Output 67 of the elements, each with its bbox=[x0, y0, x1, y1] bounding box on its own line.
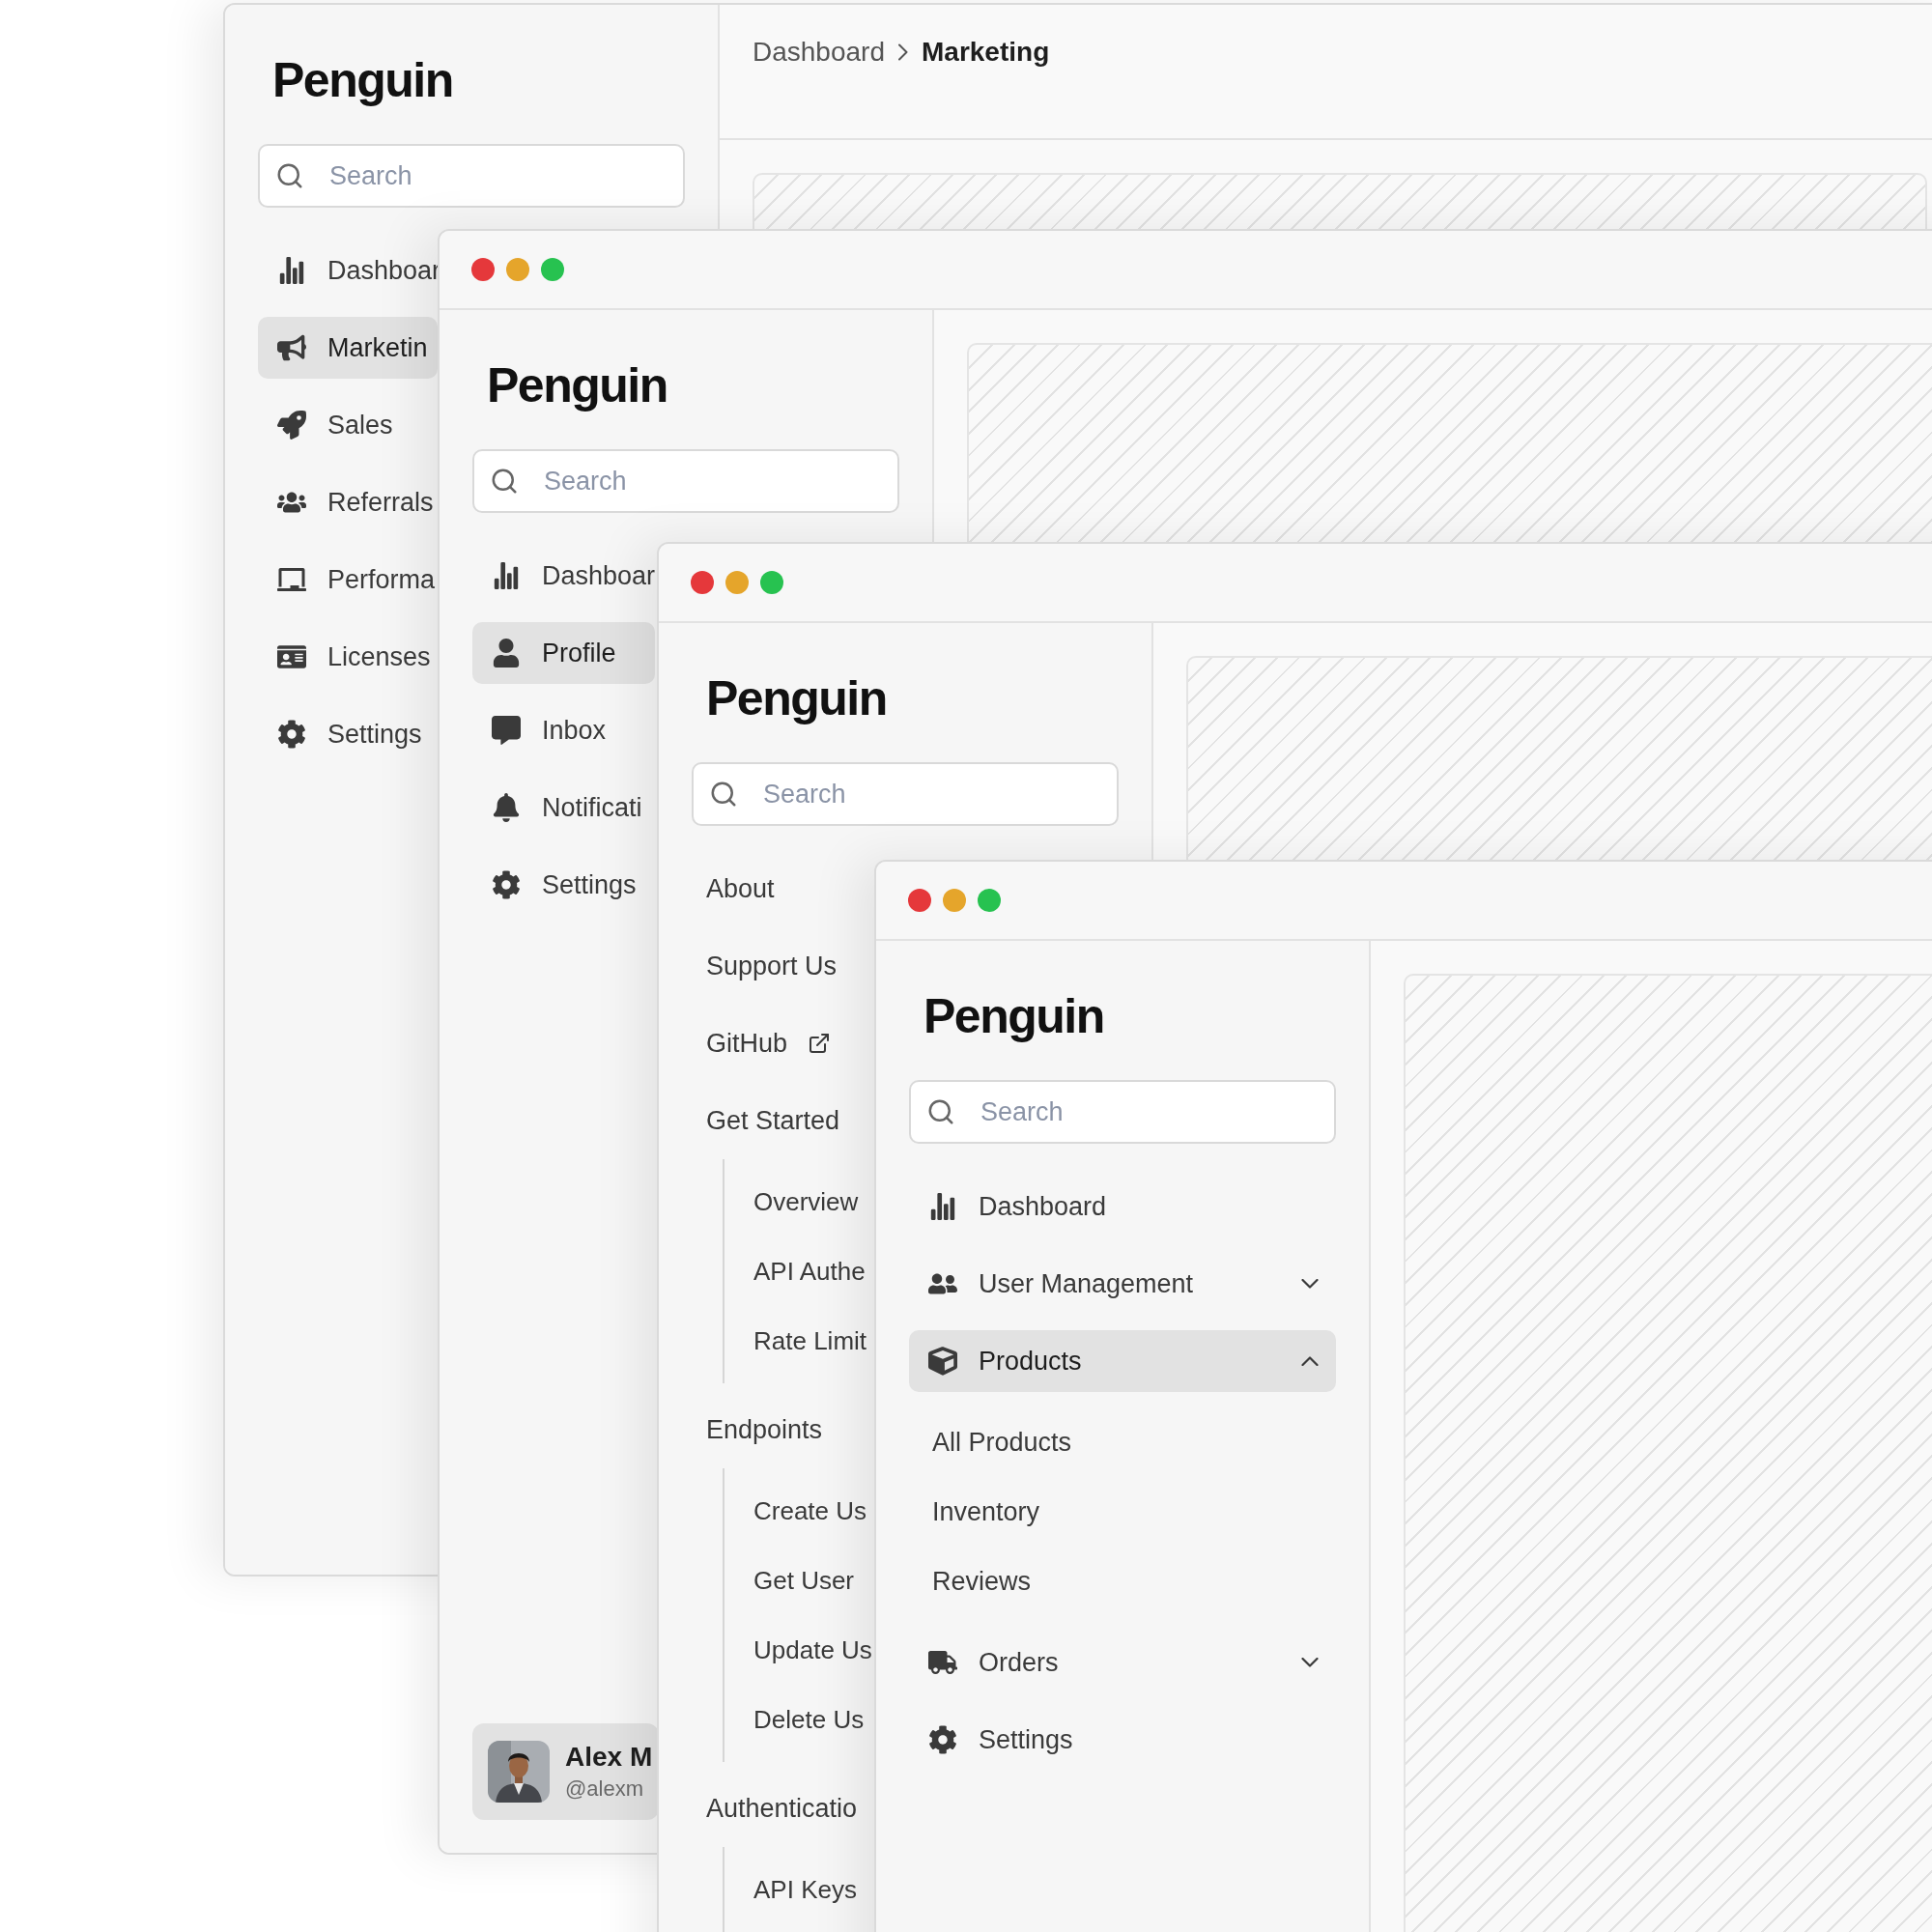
nav-item[interactable]: Settings bbox=[472, 854, 655, 916]
nav-item[interactable]: Products bbox=[909, 1330, 1336, 1392]
nav-subitem[interactable]: Get User bbox=[724, 1553, 855, 1607]
search-icon bbox=[926, 1097, 955, 1126]
breadcrumb-link[interactable]: Dashboard bbox=[753, 37, 885, 68]
nav-item[interactable]: User Management bbox=[909, 1253, 1336, 1315]
close-icon[interactable] bbox=[908, 889, 931, 912]
nav-item[interactable]: Marketin bbox=[258, 317, 438, 379]
nav-subitem[interactable]: All Products bbox=[909, 1415, 1072, 1469]
user-name: Alex M bbox=[565, 1742, 653, 1773]
maximize-icon[interactable] bbox=[760, 571, 783, 594]
nav-item[interactable]: Dashboar bbox=[258, 240, 438, 301]
cube-icon bbox=[926, 1345, 959, 1378]
nav-item[interactable]: Settings bbox=[258, 703, 438, 765]
logo: Penguin bbox=[271, 52, 453, 109]
nav-subitem[interactable]: Update Us bbox=[724, 1623, 872, 1677]
nav-subitem[interactable]: Delete Us bbox=[724, 1692, 865, 1747]
nav-item[interactable]: Dashboard bbox=[909, 1176, 1336, 1237]
maximize-icon[interactable] bbox=[978, 889, 1001, 912]
nav-subitem[interactable]: Overview bbox=[724, 1175, 859, 1229]
nav-item[interactable]: Settings bbox=[909, 1709, 1336, 1771]
maximize-icon[interactable] bbox=[541, 258, 564, 281]
chevron-right-icon bbox=[898, 43, 908, 61]
nav-subitem[interactable]: Rate Limit bbox=[724, 1314, 867, 1368]
rocket-icon bbox=[275, 409, 308, 441]
breadcrumb-link[interactable]: Marketing bbox=[922, 37, 1050, 68]
search-icon bbox=[709, 780, 738, 809]
nav-link[interactable]: GitHub bbox=[692, 1012, 874, 1074]
nav-item[interactable]: Licenses bbox=[258, 626, 438, 688]
nav-link[interactable]: Support Us bbox=[692, 935, 874, 997]
nav-item[interactable]: Notificati bbox=[472, 777, 655, 838]
close-icon[interactable] bbox=[691, 571, 714, 594]
settings-icon bbox=[490, 868, 523, 901]
search-icon bbox=[275, 161, 304, 190]
nav-item[interactable]: Inbox bbox=[472, 699, 655, 761]
nav-item[interactable]: Dashboar bbox=[472, 545, 655, 607]
search-field[interactable]: Search bbox=[692, 762, 1119, 826]
section-heading[interactable]: Get Started bbox=[692, 1090, 874, 1151]
nav-item[interactable]: Referrals bbox=[258, 471, 438, 533]
search-field[interactable]: Search bbox=[472, 449, 899, 513]
logo: Penguin bbox=[705, 670, 887, 727]
logo: Penguin bbox=[486, 357, 668, 414]
settings-icon bbox=[275, 718, 308, 751]
logo: Penguin bbox=[923, 988, 1104, 1045]
user-handle: @alexm bbox=[565, 1776, 645, 1802]
search-field[interactable]: Search bbox=[909, 1080, 1336, 1144]
close-icon[interactable] bbox=[471, 258, 495, 281]
user-card[interactable]: Alex M @alexm bbox=[472, 1723, 659, 1820]
settings-icon bbox=[926, 1723, 959, 1756]
nav-item[interactable]: Profile bbox=[472, 622, 655, 684]
nav-subitem[interactable]: Reviews bbox=[909, 1554, 1032, 1608]
nav-subitem[interactable]: Inventory bbox=[909, 1485, 1040, 1539]
nav-item[interactable]: Performa bbox=[258, 549, 438, 611]
section-heading[interactable]: Authenticatio bbox=[692, 1777, 874, 1839]
section-heading[interactable]: Endpoints bbox=[692, 1399, 874, 1461]
nav-link[interactable]: About bbox=[692, 858, 874, 920]
search-icon bbox=[490, 467, 519, 496]
message-icon bbox=[490, 714, 523, 747]
search-field[interactable]: Search bbox=[258, 144, 685, 208]
nav-subitem[interactable]: API Authe bbox=[724, 1244, 866, 1298]
minimize-icon[interactable] bbox=[943, 889, 966, 912]
nav-item[interactable]: Sales bbox=[258, 394, 438, 456]
nav-subitem[interactable]: Create Us bbox=[724, 1484, 867, 1538]
nav-subitem[interactable]: API Keys bbox=[724, 1862, 857, 1917]
nav-item[interactable]: Orders bbox=[909, 1632, 1336, 1693]
minimize-icon[interactable] bbox=[725, 571, 749, 594]
minimize-icon[interactable] bbox=[506, 258, 529, 281]
